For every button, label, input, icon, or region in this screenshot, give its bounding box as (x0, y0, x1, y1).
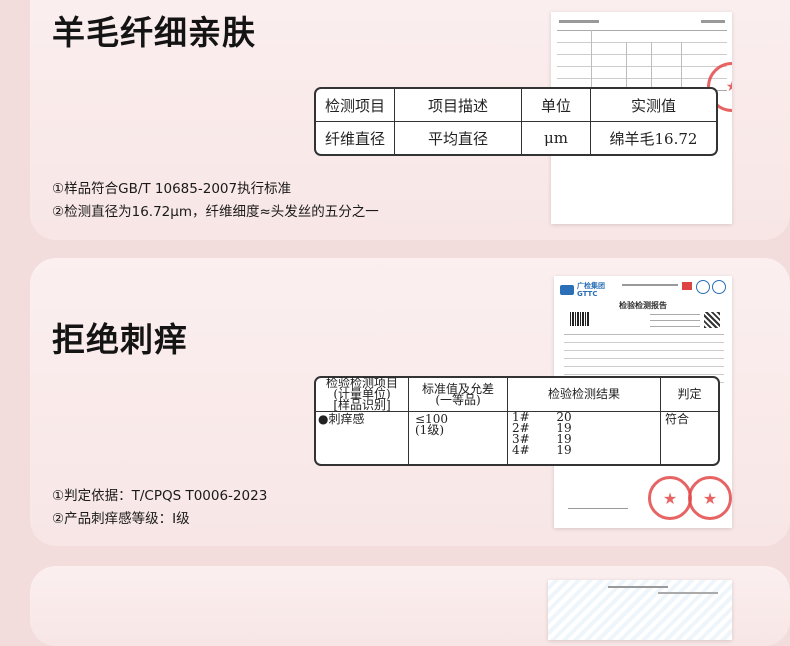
note-itch-grade: ②产品刺痒感等级：Ⅰ级 (52, 511, 190, 527)
star-stamp-icon: ★ (688, 476, 732, 520)
header-cell: 检测项目 (316, 89, 395, 122)
report-org: 广检集团 (577, 282, 605, 290)
header-cell: 项目描述 (395, 89, 522, 122)
report-logo: 广检集团 GTTC (560, 282, 605, 298)
header-cell: 检验检测项目 (计量单位) [样品识别] (316, 377, 409, 412)
report-org-en: GTTC (577, 290, 598, 298)
table-header-row: 检测项目 项目描述 单位 实测值 (316, 89, 716, 122)
section-title: 羊毛纤细亲肤 (52, 13, 256, 52)
table-row: 纤维直径 平均直径 μm 绵羊毛16.72 (316, 122, 716, 154)
table-cell: 绵羊毛16.72 (609, 129, 698, 148)
note-criteria: ①判定依据：T/CPQS T0006-2023 (52, 488, 268, 504)
star-stamp-icon: ★ (648, 476, 692, 520)
standard-cell: ≤100 (1级) (409, 412, 508, 464)
header-cell: 实测值 (591, 89, 716, 122)
table-cell: 纤维直径 (316, 122, 395, 154)
itch-test-table: 检验检测项目 (计量单位) [样品识别] 标准值及允差 (一等品) 检验检测结果… (314, 376, 720, 466)
result-row: 1# 20 (512, 410, 572, 424)
result-row: 2# 19 (512, 421, 572, 435)
table-cell: 平均直径 (395, 122, 522, 154)
cnas-badge-icon (712, 280, 726, 294)
section-wool-fineness: 羊毛纤细亲肤 ★ 检测项目 项目描述 单位 实测值 纤维直径 平均直径 μm 绵… (30, 0, 790, 240)
header-cell: 单位 (522, 89, 591, 122)
item-cell: ●刺痒感 (316, 412, 409, 464)
results-cell: 1# 20 2# 19 3# 19 4# 19 (508, 410, 661, 464)
accreditation-icon (682, 282, 692, 290)
section-next (30, 566, 790, 646)
note-diameter: ②检测直径为16.72μm，纤维细度≈头发丝的五分之一 (52, 204, 379, 220)
verdict-cell: 符合 (665, 412, 690, 426)
report-title: 检验检测报告 (619, 301, 667, 310)
result-row: 3# 19 (512, 432, 572, 446)
section-title: 拒绝刺痒 (52, 320, 188, 359)
table-cell: μm (522, 122, 591, 154)
qr-code-icon (704, 312, 720, 328)
table-row: ●刺痒感 ≤100 (1级) 1# 20 2# 19 3# 19 4# 19 符合 (316, 410, 718, 464)
gttc-logo-icon (560, 285, 574, 295)
header-cell: 标准值及允差 (一等品) (409, 378, 508, 412)
section-no-itch: 拒绝刺痒 广检集团 GTTC 检验检测报告 ★ ★ 检验检测项目 (计量单位) … (30, 258, 790, 546)
table-header-row: 检验检测项目 (计量单位) [样品识别] 标准值及允差 (一等品) 检验检测结果… (316, 377, 718, 412)
note-standard: ①样品符合GB/T 10685-2007执行标准 (52, 181, 292, 197)
cma-badge-icon (696, 280, 710, 294)
result-row: 4# 19 (512, 443, 572, 457)
barcode-icon (570, 312, 590, 326)
test-report-image (548, 580, 732, 640)
header-cell: 检验检测结果 (508, 378, 661, 412)
fiber-diameter-table: 检测项目 项目描述 单位 实测值 纤维直径 平均直径 μm 绵羊毛16.72 (314, 87, 718, 156)
header-cell: 判定 (661, 378, 718, 412)
